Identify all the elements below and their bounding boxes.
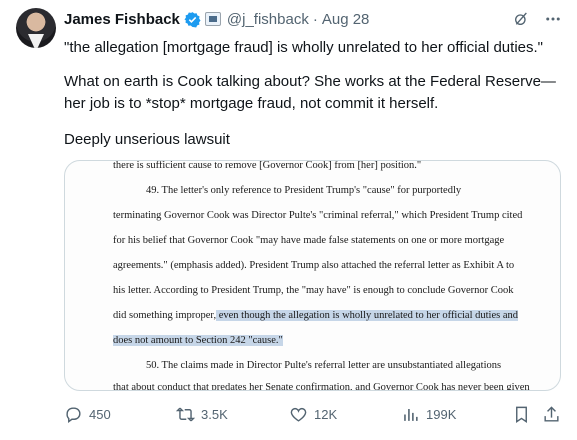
document-text: did something improper, xyxy=(113,310,217,321)
highlighted-text: does not amount to Section 242 "cause." xyxy=(113,335,283,346)
document-line: agreements." (emphasis added). President… xyxy=(113,260,515,271)
avatar[interactable] xyxy=(16,8,56,48)
tweet-closing-line: Deeply unserious lawsuit xyxy=(64,131,230,148)
repost-count: 3.5K xyxy=(201,406,228,422)
reply-button[interactable]: 450 xyxy=(64,402,111,426)
reply-icon xyxy=(66,406,81,423)
attached-document-image[interactable]: there is sufficient cause to remove [Gov… xyxy=(64,160,561,391)
highlighted-text: even though the allegation is wholly unr… xyxy=(216,310,518,321)
share-button[interactable] xyxy=(542,402,561,426)
tweet-body-line: What on earth is Cook talking about? She… xyxy=(64,73,556,90)
like-count: 12K xyxy=(314,406,338,422)
document-line: his letter. According to President Trump… xyxy=(113,285,514,296)
tweet-date[interactable]: Aug 28 xyxy=(322,11,370,28)
like-icon xyxy=(290,407,307,422)
tweet[interactable]: James Fishback @j_fishback · Aug 28 "the… xyxy=(0,0,577,440)
repost-icon xyxy=(176,407,195,421)
document-line: there is sufficient cause to remove [Gov… xyxy=(113,160,422,171)
author-handle[interactable]: @j_fishback xyxy=(227,11,309,28)
document-line: 50. The claims made in Director Pulte's … xyxy=(146,360,502,371)
views-count: 199K xyxy=(426,406,457,422)
document-line: terminating Governor Cook was Director P… xyxy=(113,210,523,221)
author-name[interactable]: James Fishback xyxy=(64,11,180,28)
more-icon[interactable] xyxy=(544,10,562,28)
share-icon xyxy=(544,405,559,422)
document-line: did something improper, even though the … xyxy=(113,310,518,321)
avatar-shirt xyxy=(28,34,44,48)
repost-button[interactable]: 3.5K xyxy=(176,402,228,426)
tweet-quote-line: "the allegation [mortgage fraud] is whol… xyxy=(64,39,543,56)
tweet-body-line: her job is to *stop* mortgage fraud, not… xyxy=(64,95,439,112)
document-line: does not amount to Section 242 "cause." xyxy=(113,335,283,346)
document-line: that about conduct that predates her Sen… xyxy=(113,382,530,391)
action-bar: 450 3.5K 12K 199K xyxy=(0,402,577,426)
document-line: for his belief that Governor Cook "may h… xyxy=(113,235,505,246)
like-button[interactable]: 12K xyxy=(289,402,337,426)
tweet-header: James Fishback @j_fishback · Aug 28 xyxy=(64,9,369,29)
verified-badge-icon xyxy=(184,11,201,28)
reply-count: 450 xyxy=(89,406,111,422)
bookmark-icon xyxy=(516,406,527,423)
grok-icon[interactable] xyxy=(513,11,529,27)
views-icon xyxy=(404,408,418,421)
bookmark-button[interactable] xyxy=(512,402,531,426)
views-button[interactable]: 199K xyxy=(401,402,456,426)
document-line: 49. The letter's only reference to Presi… xyxy=(146,185,462,196)
separator-dot: · xyxy=(312,10,318,28)
affiliate-badge-icon[interactable] xyxy=(204,12,221,26)
